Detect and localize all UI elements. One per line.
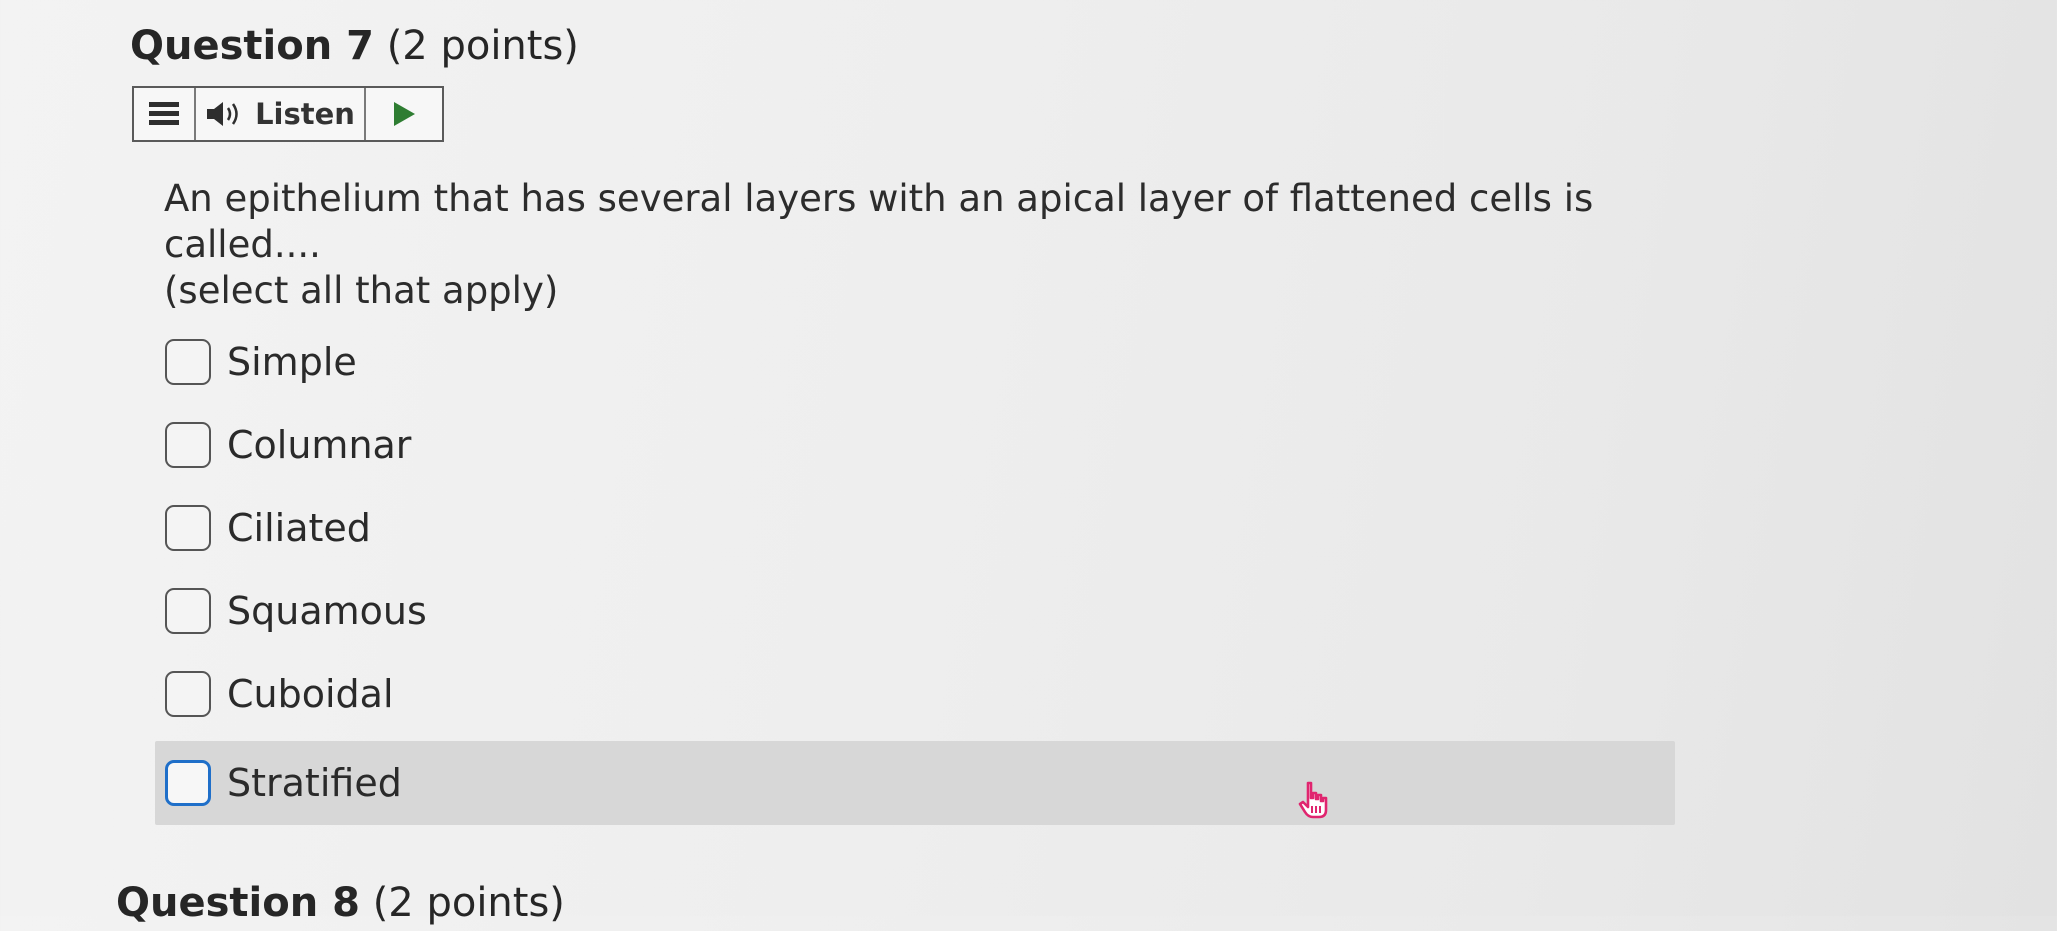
question-points: (2 points) xyxy=(386,23,579,69)
option-squamous[interactable]: Squamous xyxy=(155,569,1675,652)
answer-options: Simple Columnar Ciliated Squamous Cuboid… xyxy=(155,320,1675,825)
play-button[interactable] xyxy=(366,88,442,140)
checkbox[interactable] xyxy=(165,338,211,385)
question-prompt: An epithelium that has several layers wi… xyxy=(164,176,1724,314)
option-simple[interactable]: Simple xyxy=(155,320,1675,403)
question-number: Question 7 xyxy=(130,23,374,69)
option-ciliated[interactable]: Ciliated xyxy=(155,486,1675,569)
question-title: Question 7 (2 points) xyxy=(130,18,579,74)
option-columnar[interactable]: Columnar xyxy=(155,403,1675,486)
listen-label: Listen xyxy=(255,97,355,131)
checkbox[interactable] xyxy=(165,760,211,806)
checkbox[interactable] xyxy=(165,421,211,468)
prompt-line-2: (select all that apply) xyxy=(164,269,559,312)
next-question-title: Question 8 (2 points) xyxy=(116,875,565,931)
speaker-icon xyxy=(207,102,238,126)
menu-icon xyxy=(149,102,179,125)
checkbox[interactable] xyxy=(165,587,211,634)
next-question-points: (2 points) xyxy=(372,880,565,926)
option-label: Simple xyxy=(227,339,357,384)
listen-menu-button[interactable] xyxy=(134,88,196,140)
hand-cursor-icon xyxy=(1298,781,1328,819)
option-label: Ciliated xyxy=(227,505,371,550)
listen-button[interactable]: Listen xyxy=(196,88,366,140)
option-label: Cuboidal xyxy=(227,671,394,716)
option-label: Squamous xyxy=(227,588,427,633)
prompt-line-1: An epithelium that has several layers wi… xyxy=(164,177,1594,266)
option-cuboidal[interactable]: Cuboidal xyxy=(155,652,1675,735)
option-label: Stratified xyxy=(227,761,402,805)
checkbox[interactable] xyxy=(165,670,211,717)
option-label: Columnar xyxy=(227,422,412,467)
next-question-number: Question 8 xyxy=(116,880,360,926)
option-stratified[interactable]: Stratified xyxy=(155,741,1675,825)
play-icon xyxy=(394,102,415,126)
listen-toolbar: Listen xyxy=(132,86,444,142)
checkbox[interactable] xyxy=(165,504,211,551)
